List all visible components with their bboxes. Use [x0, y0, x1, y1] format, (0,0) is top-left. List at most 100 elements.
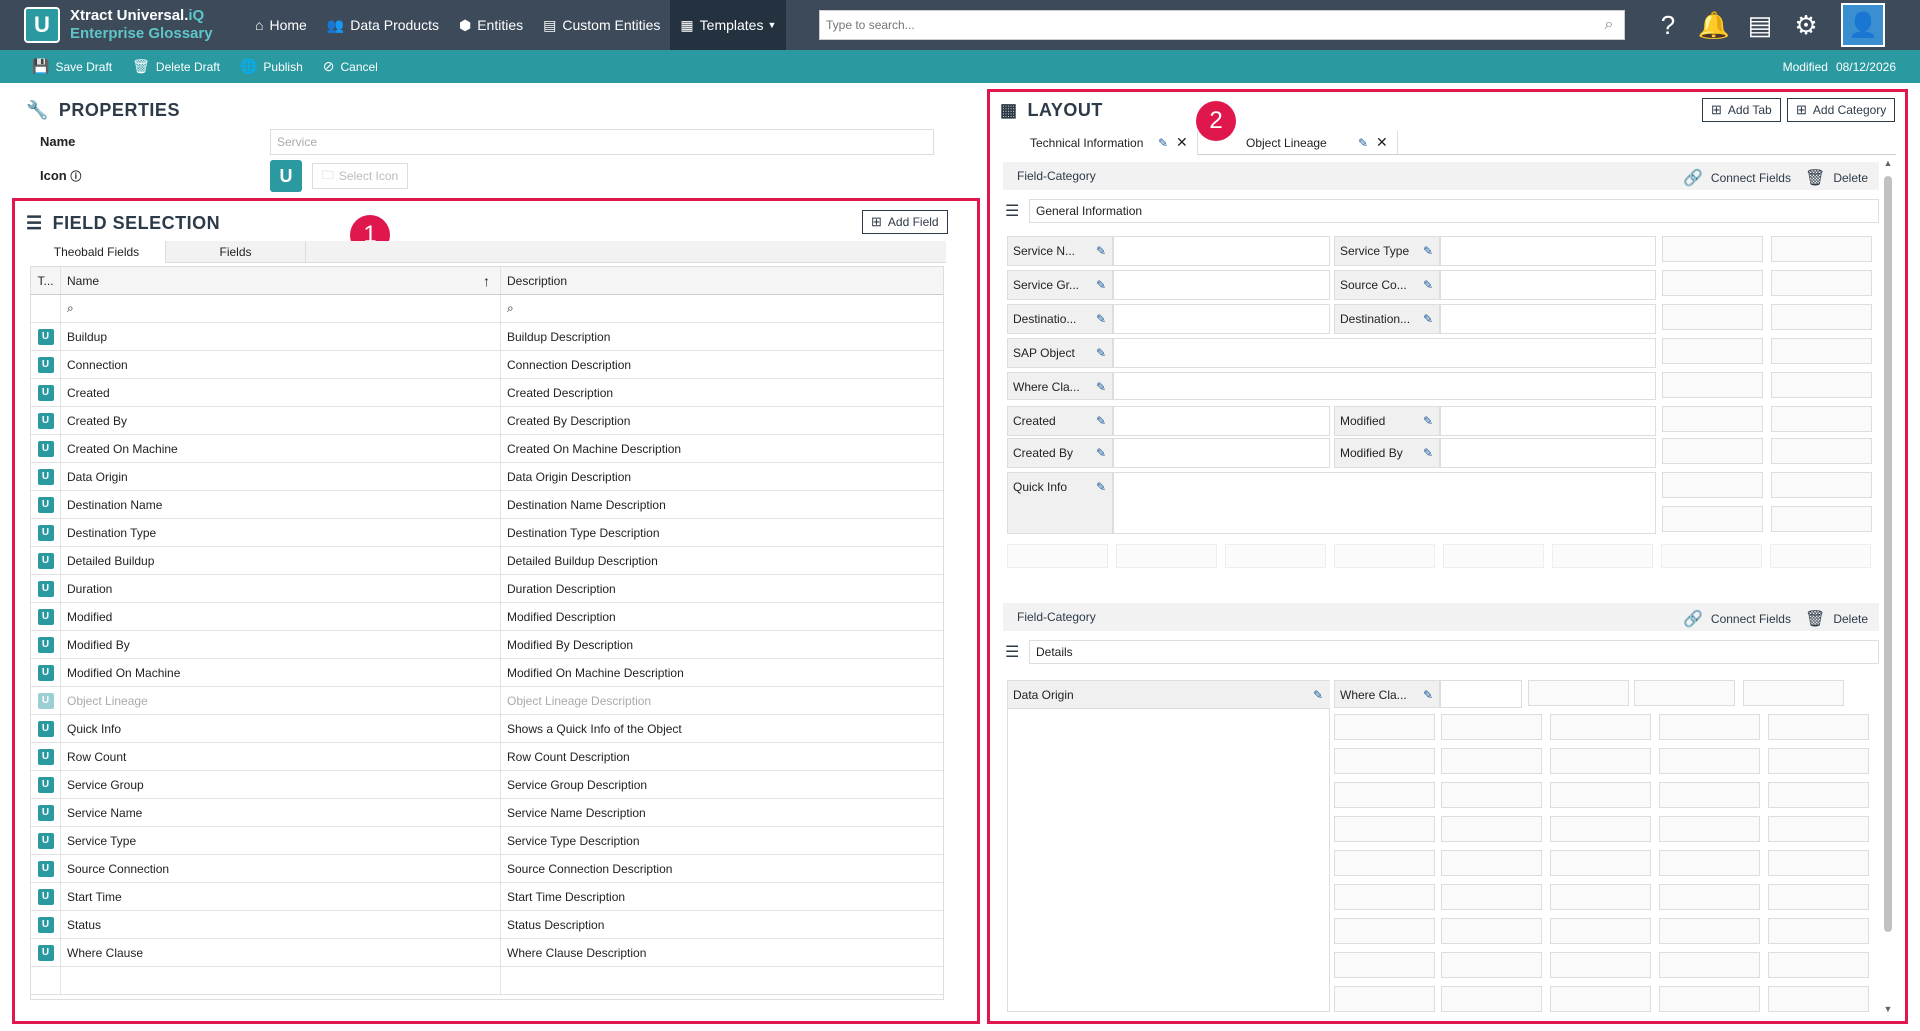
- empty-slot[interactable]: [1659, 748, 1760, 774]
- empty-slot[interactable]: [1768, 850, 1869, 876]
- field-slot[interactable]: [1440, 406, 1656, 436]
- pencil-icon[interactable]: ✎: [1423, 688, 1433, 702]
- empty-slot[interactable]: [1771, 304, 1872, 330]
- cancel-button[interactable]: ⊘ Cancel: [323, 58, 378, 75]
- pencil-icon[interactable]: ✎: [1423, 278, 1433, 292]
- layout-field[interactable]: Modified By ✎: [1334, 438, 1440, 468]
- nav-entities[interactable]: ⬢ Entities: [449, 0, 533, 50]
- table-row[interactable]: U Created By Created By Description: [31, 407, 943, 435]
- empty-slot[interactable]: [1771, 506, 1872, 532]
- close-icon[interactable]: ✕: [1376, 134, 1388, 151]
- connect-fields-button[interactable]: 🔗 Connect Fields: [1683, 168, 1791, 188]
- category-name-field[interactable]: General Information: [1029, 199, 1879, 223]
- layout-scrollbar[interactable]: ▲ ▼: [1882, 158, 1894, 1014]
- field-slot[interactable]: [1113, 338, 1656, 368]
- empty-slot[interactable]: [1662, 270, 1763, 296]
- layout-field[interactable]: Source Co... ✎: [1334, 270, 1440, 300]
- close-icon[interactable]: ✕: [1176, 134, 1188, 151]
- empty-slot[interactable]: [1659, 850, 1760, 876]
- empty-slot[interactable]: [1662, 438, 1763, 464]
- empty-slot[interactable]: [1550, 748, 1651, 774]
- table-row[interactable]: U Buildup Buildup Description: [31, 323, 943, 351]
- col-type-header[interactable]: T...: [31, 267, 61, 294]
- field-slot[interactable]: [1113, 372, 1656, 400]
- field-slot[interactable]: [1113, 236, 1330, 266]
- pencil-icon[interactable]: ✎: [1096, 312, 1106, 326]
- table-row[interactable]: U Modified On Machine Modified On Machine …: [31, 659, 943, 687]
- layout-field[interactable]: Created By ✎: [1007, 438, 1113, 468]
- layout-field[interactable]: Service Type ✎: [1334, 236, 1440, 266]
- pencil-icon[interactable]: ✎: [1423, 244, 1433, 258]
- field-slot[interactable]: [1113, 270, 1330, 300]
- scroll-thumb[interactable]: [1884, 176, 1892, 932]
- desc-filter[interactable]: ⌕: [501, 295, 943, 322]
- table-row[interactable]: U Data Origin Data Origin Description: [31, 463, 943, 491]
- empty-slot[interactable]: [1662, 472, 1763, 498]
- empty-slot[interactable]: [1550, 850, 1651, 876]
- empty-slot[interactable]: [1441, 918, 1542, 944]
- table-row[interactable]: U Start Time Start Time Description: [31, 883, 943, 911]
- empty-slot[interactable]: [1768, 952, 1869, 978]
- brand[interactable]: U Xtract Universal.iQ Enterprise Glossar…: [0, 0, 245, 50]
- empty-slot[interactable]: [1771, 472, 1872, 498]
- empty-slot[interactable]: [1552, 544, 1653, 568]
- empty-slot[interactable]: [1662, 406, 1763, 432]
- sort-asc-icon[interactable]: ↑: [483, 273, 490, 289]
- table-row[interactable]: U Row Count Row Count Description: [31, 743, 943, 771]
- field-slot[interactable]: [1113, 406, 1330, 436]
- table-row[interactable]: U Quick Info Shows a Quick Info of the Obj…: [31, 715, 943, 743]
- empty-slot[interactable]: [1768, 884, 1869, 910]
- empty-slot[interactable]: [1771, 438, 1872, 464]
- empty-slot[interactable]: [1334, 884, 1435, 910]
- table-row[interactable]: U Destination Name Destination Name Descri…: [31, 491, 943, 519]
- empty-slot[interactable]: [1659, 918, 1760, 944]
- category-name-field[interactable]: Details: [1029, 640, 1879, 664]
- help-icon[interactable]: ?: [1645, 0, 1691, 50]
- global-search[interactable]: ⌕: [819, 10, 1625, 40]
- empty-slot[interactable]: [1441, 850, 1542, 876]
- empty-slot[interactable]: [1443, 544, 1544, 568]
- field-slot[interactable]: [1440, 270, 1656, 300]
- name-field[interactable]: Service: [270, 129, 934, 155]
- empty-slot[interactable]: [1771, 406, 1872, 432]
- empty-slot[interactable]: [1770, 544, 1871, 568]
- empty-slot[interactable]: [1659, 782, 1760, 808]
- empty-slot[interactable]: [1768, 918, 1869, 944]
- field-slot[interactable]: [1440, 236, 1656, 266]
- empty-slot[interactable]: [1550, 714, 1651, 740]
- empty-slot[interactable]: [1334, 544, 1435, 568]
- name-filter[interactable]: ⌕: [61, 295, 501, 322]
- add-field-button[interactable]: ⊞ Add Field: [862, 210, 948, 234]
- col-name-header[interactable]: Name ↑: [61, 267, 501, 294]
- empty-slot[interactable]: [1768, 816, 1869, 842]
- empty-slot[interactable]: [1662, 338, 1763, 364]
- field-slot[interactable]: [1113, 438, 1330, 468]
- scroll-up-icon[interactable]: ▲: [1882, 158, 1894, 168]
- pencil-icon[interactable]: ✎: [1096, 414, 1106, 428]
- delete-draft-button[interactable]: 🗑 Delete Draft: [132, 58, 220, 75]
- layout-field[interactable]: Modified ✎: [1334, 406, 1440, 436]
- pencil-icon[interactable]: ✎: [1096, 446, 1106, 460]
- layout-field[interactable]: Data Origin ✎: [1007, 680, 1330, 1012]
- layout-field[interactable]: SAP Object ✎: [1007, 338, 1113, 368]
- table-row[interactable]: U Service Type Service Type Description: [31, 827, 943, 855]
- col-desc-header[interactable]: Description: [501, 267, 943, 294]
- add-category-button[interactable]: ⊞ Add Category: [1787, 98, 1896, 122]
- empty-slot[interactable]: [1662, 236, 1763, 262]
- empty-slot[interactable]: [1550, 782, 1651, 808]
- layout-field[interactable]: Quick Info ✎: [1007, 472, 1113, 534]
- empty-slot[interactable]: [1441, 714, 1542, 740]
- empty-slot[interactable]: [1743, 680, 1844, 706]
- empty-slot[interactable]: [1441, 986, 1542, 1012]
- empty-slot[interactable]: [1771, 372, 1872, 398]
- table-row[interactable]: U Where Clause Where Clause Description: [31, 939, 943, 967]
- pencil-icon[interactable]: ✎: [1313, 688, 1323, 702]
- layout-field[interactable]: Created ✎: [1007, 406, 1113, 436]
- delete-category-button[interactable]: 🗑 Delete: [1805, 168, 1868, 188]
- layout-field[interactable]: Service Gr... ✎: [1007, 270, 1113, 300]
- tab-object-lineage[interactable]: Object Lineage ✎ ✕: [1198, 131, 1398, 155]
- pencil-icon[interactable]: ✎: [1096, 480, 1106, 494]
- empty-slot[interactable]: [1334, 918, 1435, 944]
- nav-data-products[interactable]: 👥 Data Products: [317, 0, 449, 50]
- table-row[interactable]: U Modified By Modified By Description: [31, 631, 943, 659]
